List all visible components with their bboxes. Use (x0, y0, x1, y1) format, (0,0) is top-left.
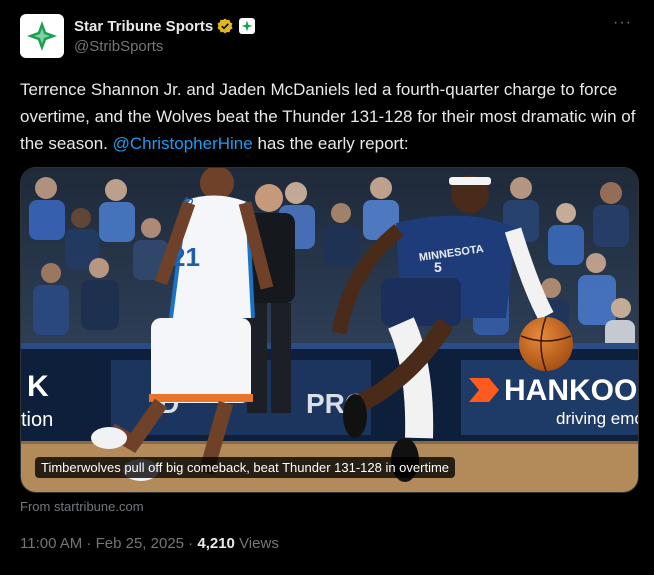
board-right-brand: HANKOO (504, 374, 637, 407)
tweet-meta: 11:00 AM · Feb 25, 2025 · 4,210 Views (20, 535, 279, 552)
tweet-header: Star Tribune Sports @StribSports ··· (20, 14, 640, 64)
star-tribune-logo-icon (27, 21, 57, 51)
right-jersey-number: 5 (434, 259, 442, 275)
author-handle[interactable]: @StribSports (74, 38, 255, 55)
article-image: K tion D PRO HANKOO driving emo WIGGINS … (21, 168, 638, 492)
mention-link[interactable]: @ChristopherHine (113, 134, 253, 153)
board-left-bottom: tion (21, 409, 53, 431)
author-names: Star Tribune Sports @StribSports (74, 16, 256, 55)
card-caption: Timberwolves pull off big comeback, beat… (35, 457, 456, 478)
board-right-tag: driving emo (556, 409, 638, 428)
views-label: Views (234, 535, 279, 552)
tweet-time[interactable]: 11:00 AM (20, 535, 82, 552)
verified-badge-icon[interactable] (217, 18, 233, 34)
more-options-icon[interactable]: ··· (613, 14, 632, 32)
tweet-text-tail: has the early report: (252, 134, 409, 153)
tweet-text: Terrence Shannon Jr. and Jaden McDaniels… (20, 76, 645, 157)
link-card[interactable]: K tion D PRO HANKOO driving emo WIGGINS … (20, 167, 639, 493)
views-count[interactable]: 4,210 (197, 535, 235, 552)
affiliate-badge-icon[interactable] (239, 18, 256, 34)
meta-separator: · (82, 535, 96, 552)
card-source-link[interactable]: From startribune.com (20, 499, 144, 514)
board-left-top: K (27, 370, 49, 403)
display-name[interactable]: Star Tribune Sports (74, 18, 213, 35)
avatar[interactable] (20, 14, 64, 58)
tweet-date[interactable]: Feb 25, 2025 (96, 535, 184, 552)
meta-separator: · (184, 535, 198, 552)
